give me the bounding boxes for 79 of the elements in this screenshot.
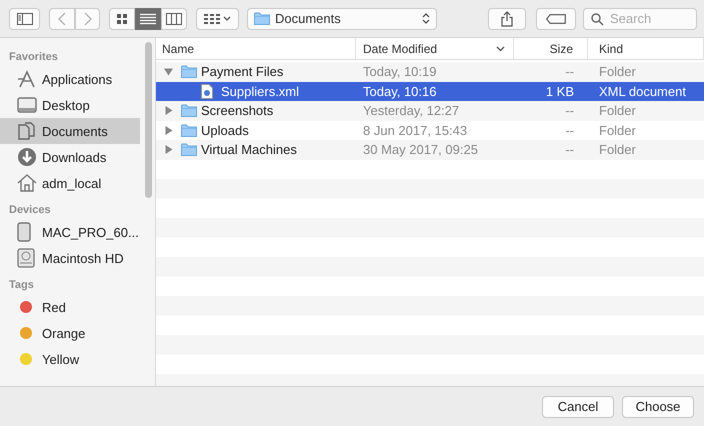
grid-icon xyxy=(116,12,128,24)
share-button[interactable] xyxy=(488,8,526,30)
sidebar-item[interactable]: MAC_PRO_60... xyxy=(0,219,140,245)
sidebar-icon xyxy=(16,12,32,24)
sidebar-item[interactable]: Downloads xyxy=(0,144,140,170)
folder-icon xyxy=(181,143,197,156)
size-cell-text: -- xyxy=(564,64,575,80)
sidebar-item[interactable]: Desktop xyxy=(0,92,140,118)
file-name: Screenshots xyxy=(201,103,274,118)
chevron-right-icon xyxy=(84,12,92,26)
size-cell-text: -- xyxy=(564,103,575,118)
document-icon xyxy=(201,84,213,99)
file-row[interactable]: Suppliers.xml Today, 10:16 1 KB XML document xyxy=(156,82,704,101)
sidebar-item[interactable]: adm_local xyxy=(0,170,140,196)
sidebar-item[interactable]: Red xyxy=(0,294,140,320)
size-cell-text: 1 KB xyxy=(544,84,575,99)
folder-icon xyxy=(254,12,270,25)
sidebar-section-title: Devices xyxy=(8,203,52,218)
grid-icon xyxy=(204,12,220,24)
date-cell-text: 8 Jun 2017, 15:43 xyxy=(362,122,468,138)
search-field[interactable]: Search xyxy=(583,8,697,30)
folder-icon xyxy=(181,104,197,118)
column-header[interactable]: Name xyxy=(156,38,356,59)
kind-cell-text: Folder xyxy=(598,122,637,138)
sidebar-item[interactable]: Applications xyxy=(0,66,140,92)
sidebar-item[interactable]: Documents xyxy=(0,118,140,144)
columns-icon xyxy=(166,12,182,24)
disclosure-triangle-icon[interactable] xyxy=(164,106,173,116)
share-icon xyxy=(501,10,513,26)
kind-cell-text: Folder xyxy=(598,142,637,158)
download-icon xyxy=(17,147,37,167)
columns-view-button[interactable] xyxy=(161,8,187,30)
arrange-button[interactable] xyxy=(196,8,239,30)
date-cell-text: Yesterday, 12:27 xyxy=(362,103,460,118)
sidebar-section-title: Favorites xyxy=(8,50,59,65)
date-cell-text: Today, 10:16 xyxy=(362,84,438,99)
sidebar-item[interactable]: Orange xyxy=(0,320,140,346)
sidebar-item[interactable]: Macintosh HD xyxy=(0,245,140,271)
folder-icon xyxy=(181,65,197,78)
sidebar-item[interactable]: Yellow xyxy=(0,346,140,372)
scrollbar-thumb[interactable] xyxy=(145,42,152,198)
file-name: Suppliers.xml xyxy=(221,84,300,99)
search-icon xyxy=(591,12,604,26)
house-icon xyxy=(17,174,37,192)
kind-cell-text: Folder xyxy=(598,64,637,80)
column-header[interactable]: Size xyxy=(514,38,588,59)
icons-view-button[interactable] xyxy=(109,8,135,30)
location-popup[interactable]: Documents xyxy=(247,8,437,30)
size-cell-text: -- xyxy=(564,122,575,138)
desktop-icon xyxy=(17,97,37,113)
dialog-button[interactable]: Choose xyxy=(622,396,694,418)
chevron-left-icon xyxy=(58,12,66,26)
tag-icon xyxy=(546,14,566,24)
tag-button[interactable] xyxy=(536,8,576,30)
dialog-button[interactable]: Cancel xyxy=(542,396,614,418)
list-icon xyxy=(140,12,156,24)
date-cell-text: Today, 10:19 xyxy=(362,64,438,80)
column-header[interactable]: Kind xyxy=(588,38,704,59)
column-header[interactable]: Date Modified xyxy=(356,38,514,59)
sidebar-section-title: Tags xyxy=(8,278,35,293)
list-view-button[interactable] xyxy=(135,8,161,30)
file-row[interactable]: Uploads 8 Jun 2017, 15:43 -- Folder xyxy=(156,120,704,140)
caret-icon xyxy=(223,16,231,22)
sidebar-toggle-button[interactable] xyxy=(9,8,40,30)
documents-icon xyxy=(17,122,37,140)
disclosure-triangle-icon[interactable] xyxy=(164,67,173,76)
up-down-arrows-icon xyxy=(422,12,430,25)
disclosure-triangle-icon[interactable] xyxy=(164,145,173,154)
drive-icon xyxy=(17,222,31,242)
folder-icon xyxy=(181,124,197,137)
size-cell-text: -- xyxy=(564,142,575,158)
file-name: Virtual Machines xyxy=(201,142,297,158)
file-name: Uploads xyxy=(201,122,249,138)
file-name: Payment Files xyxy=(201,64,284,80)
apps-icon xyxy=(17,70,37,88)
kind-cell-text: XML document xyxy=(598,84,687,99)
disclosure-triangle-icon[interactable] xyxy=(164,126,173,135)
date-cell-text: 30 May 2017, 09:25 xyxy=(362,142,479,158)
kind-cell-text: Folder xyxy=(598,103,637,118)
